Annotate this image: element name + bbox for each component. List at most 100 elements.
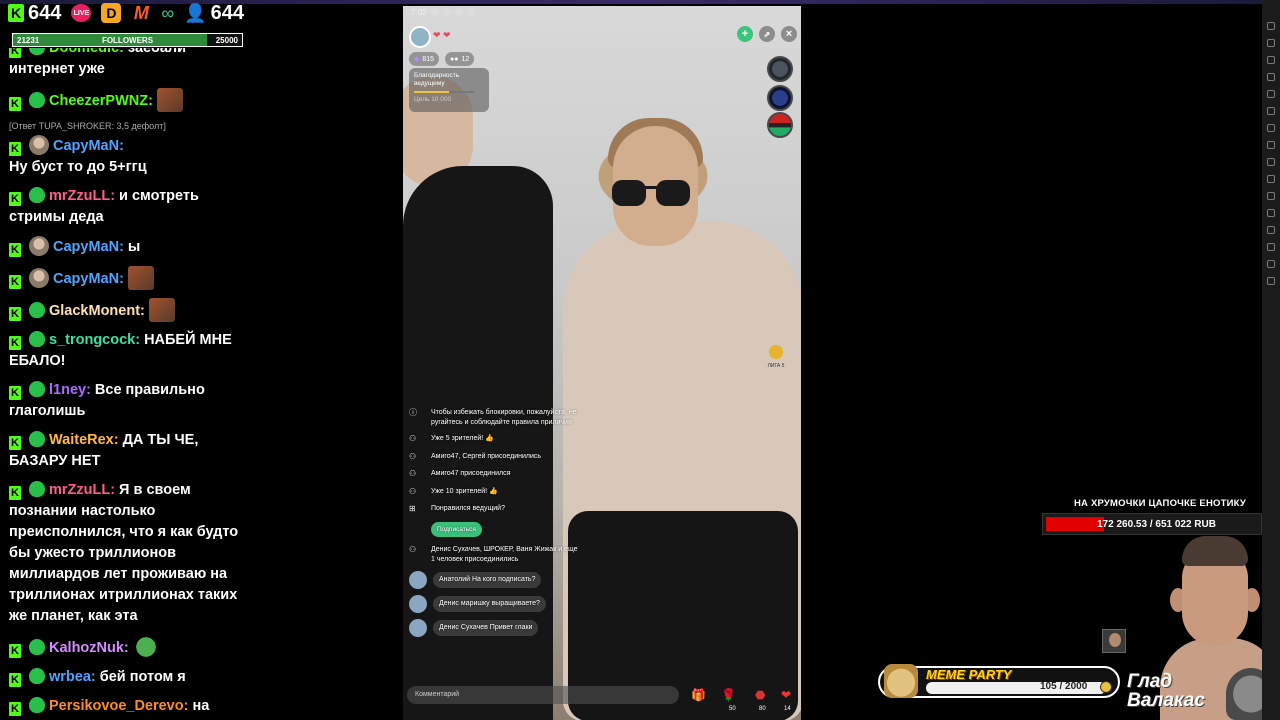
tool-icon[interactable] <box>1267 192 1275 200</box>
chat-username[interactable]: wrbea: <box>49 669 96 685</box>
chat-username[interactable]: CheezerPWNZ: <box>49 93 153 109</box>
event-text: Понравился ведущий? <box>431 505 505 512</box>
commenter-avatar[interactable] <box>409 595 427 613</box>
chat-line: K GlackMonent: <box>9 298 259 322</box>
close-icon[interactable]: × <box>781 26 797 42</box>
followers-goal-bar: 21231 FOLLOWERS 25000 <box>12 33 243 47</box>
kick-viewers: K 644 <box>8 2 61 25</box>
kick-badge-icon: K <box>9 336 21 350</box>
heart-icon[interactable]: ❤ <box>781 688 791 702</box>
chat-username[interactable]: KalhozNuk: <box>49 640 129 656</box>
kick-badge-icon: K <box>9 673 21 687</box>
chat-username[interactable]: CapyMaN: <box>53 138 124 154</box>
kick-badge-icon: K <box>9 275 21 289</box>
chat-text: Я в своем <box>119 482 191 498</box>
chat-username[interactable]: mrZzuLL: <box>49 482 115 498</box>
chat-username[interactable]: s_trongcock: <box>49 332 140 348</box>
subscriber-badge-icon <box>29 331 45 347</box>
kick-badge-icon: K <box>9 486 21 500</box>
thanks-goal: Цель 10 000 <box>414 96 452 103</box>
top-viewer-avatar[interactable] <box>767 85 793 111</box>
memealerts-icon: M <box>133 2 149 23</box>
tool-icon[interactable] <box>1267 226 1275 234</box>
kick-logo-icon: K <box>8 4 24 22</box>
viewer-count: 644 <box>210 1 245 24</box>
chat-username[interactable]: GlackMonent: <box>49 303 145 319</box>
subscribe-button[interactable]: Подписаться <box>431 521 482 537</box>
tool-icon[interactable] <box>1267 56 1275 64</box>
chat-message: [Ответ TUPA_SHROKER: 3,5 дефолт] K CapyMaN… <box>9 120 259 178</box>
tool-icon[interactable] <box>1267 141 1275 149</box>
chat-username[interactable]: CapyMaN: <box>53 271 124 287</box>
chat-text: ДА ТЫ ЧЕ, <box>122 432 199 448</box>
chat-message: K KalhozNuk: <box>9 635 259 659</box>
tool-icon[interactable] <box>1267 260 1275 268</box>
event-text: Амиго47, Сергей присоединились <box>431 452 542 460</box>
commenter-avatar[interactable] <box>409 571 427 589</box>
add-icon[interactable]: + <box>737 26 753 42</box>
tool-icon[interactable] <box>1267 277 1275 285</box>
plus-box-icon: ⊞ <box>409 504 416 513</box>
host-avatar[interactable] <box>409 26 431 48</box>
chat-username[interactable]: Doomedic: <box>49 48 124 56</box>
chat-username[interactable]: CapyMaN: <box>53 239 124 255</box>
system-text: Чтобы избежать блокировки, пожалуйста, н… <box>431 409 577 426</box>
tool-icon[interactable] <box>1267 107 1275 115</box>
kick-badge-icon: K <box>9 386 21 400</box>
chat-username[interactable]: Persikovoe_Derevo: <box>49 698 188 714</box>
status-icon <box>430 8 439 16</box>
gift-icon[interactable]: 🎁 <box>691 688 706 702</box>
chat-message: KmrZzuLL: и смотреть стримы деда <box>9 186 259 228</box>
commenter-avatar[interactable] <box>409 619 427 637</box>
chat-username[interactable]: mrZzuLL: <box>49 188 115 204</box>
chat-line: K Persikovoe_Derevo: на <box>9 696 259 717</box>
tool-icon[interactable] <box>1267 209 1275 217</box>
phone-viewer-count: 12 <box>461 55 470 63</box>
chat-panel: K Doomedic: заебали интернет уже K CheezerPWN… <box>9 48 259 720</box>
chat-message: K Doomedic: заебали интернет уже <box>9 48 259 80</box>
chat-text-continued: БАЗАРУ НЕТ <box>9 453 101 469</box>
donation-progress-fill <box>1046 517 1104 531</box>
chat-text: ы <box>127 239 141 255</box>
tool-icon[interactable] <box>1267 243 1275 251</box>
tool-icon[interactable] <box>1267 158 1275 166</box>
followers-goal: 25000 <box>215 35 238 45</box>
gems-count: 815 <box>422 55 435 63</box>
share-icon[interactable]: ⇗ <box>759 26 775 42</box>
joined-text: Денис Сухачев, ШРОКЕР, Ваня Жижак и еще … <box>431 546 578 563</box>
league-badge[interactable]: ЛИГА 5 <box>761 343 791 369</box>
tool-icon[interactable] <box>1267 73 1275 81</box>
comment-row: Денис Сухачев Привет глаки <box>409 619 579 637</box>
comment-bubble: Анатолий На кого подписать? <box>433 572 542 588</box>
tool-icon[interactable] <box>1267 175 1275 183</box>
tool-icon[interactable] <box>1267 90 1275 98</box>
chat-message: Kwrbea: бей потом я <box>9 667 259 688</box>
chat-line: K CapyMaN: <box>9 266 259 290</box>
face-emote-icon <box>127 266 154 290</box>
subscriber-badge-icon <box>29 48 45 55</box>
top-viewer-avatar[interactable] <box>767 112 793 138</box>
status-icon <box>442 8 451 16</box>
hearts-icon: ❤ ❤ <box>433 30 451 40</box>
total-viewers: 👤 644 <box>184 2 244 25</box>
chat-text-continued: познании настолько преисполнился, что я … <box>9 503 239 624</box>
chat-username[interactable]: WaiteRex: <box>49 432 119 448</box>
reaction-icon[interactable]: ⬣ <box>755 688 765 702</box>
comment-input[interactable]: Комментарий <box>407 686 679 704</box>
phone-stream-view: 7:02 ❤ ❤ ◆ 815 ●● 12 + ⇗ × Благодарность… <box>403 6 801 720</box>
chat-username[interactable]: l1ney: <box>49 382 91 398</box>
reaction-count: 80 <box>759 706 766 712</box>
tool-icon[interactable] <box>1267 22 1275 30</box>
rose-icon[interactable]: 🌹 <box>721 688 736 702</box>
chat-message: K CapyMaN: ы <box>9 236 259 258</box>
viewer-avatars-icon: ●● <box>450 55 459 63</box>
face-emote-icon <box>148 298 175 322</box>
tool-icon[interactable] <box>1267 39 1275 47</box>
chat-text-continued: ЕБАЛО! <box>9 353 66 369</box>
gem-icon: ◆ <box>414 56 420 63</box>
event-text: Уже 10 зрителей! 👍 <box>431 487 498 495</box>
top-viewer-avatar[interactable] <box>767 56 793 82</box>
tool-icon[interactable] <box>1267 124 1275 132</box>
event-text: Уже 5 зрителей! 👍 <box>431 435 494 442</box>
comment-text: На кого подписать? <box>472 576 536 584</box>
